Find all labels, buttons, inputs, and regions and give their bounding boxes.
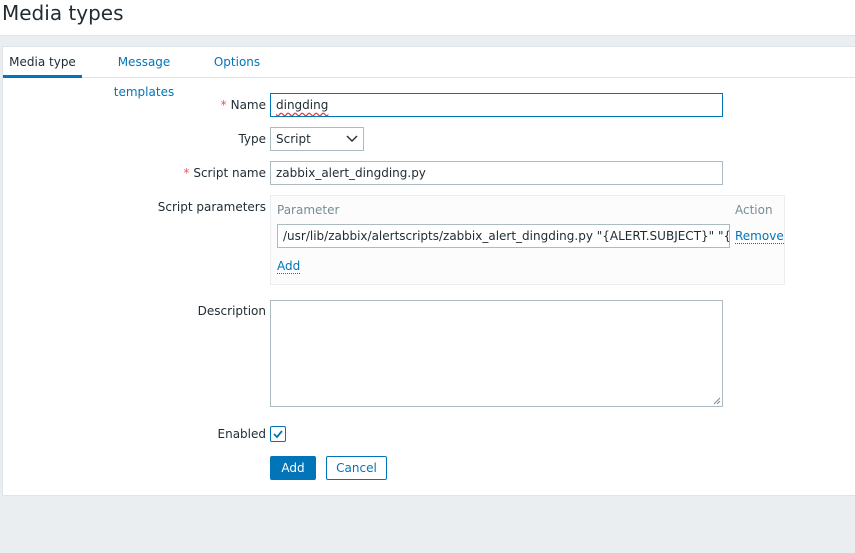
type-label: Type: [238, 132, 266, 146]
remove-link-text: Remove: [735, 229, 784, 244]
type-select-value: Script: [276, 132, 311, 146]
tab-message-templates[interactable]: Message templates: [91, 47, 197, 99]
script-name-input[interactable]: zabbix_alert_dingding.py: [270, 161, 723, 185]
description-textarea[interactable]: [270, 300, 723, 407]
media-type-form-panel: Media type Message templates Options * Na…: [2, 46, 855, 496]
type-select[interactable]: Script: [270, 127, 364, 151]
add-button[interactable]: Add: [270, 456, 316, 480]
action-column-header: Action: [735, 203, 773, 217]
add-parameter-link[interactable]: Add: [277, 259, 301, 274]
cancel-button[interactable]: Cancel: [326, 456, 387, 480]
name-label-text: Name: [230, 98, 266, 112]
remove-parameter-link[interactable]: Remove: [735, 229, 784, 244]
name-label: * Name: [221, 98, 266, 112]
page-title: Media types: [2, 1, 124, 25]
add-link-text: Add: [277, 259, 301, 274]
enabled-label: Enabled: [217, 427, 267, 441]
parameter-column-header: Parameter: [277, 203, 340, 217]
description-label: Description: [197, 304, 266, 318]
name-input-value: dingding: [276, 98, 329, 112]
tab-media-type[interactable]: Media type: [3, 47, 82, 78]
checkmark-icon: [273, 430, 283, 439]
required-marker: *: [220, 98, 227, 112]
tab-bar: Media type Message templates Options: [3, 47, 855, 99]
name-input[interactable]: dingding: [270, 93, 723, 117]
enabled-checkbox[interactable]: [270, 426, 286, 442]
script-parameter-input[interactable]: /usr/lib/zabbix/alertscripts/zabbix_aler…: [277, 224, 730, 248]
script-parameters-table: Parameter Action /usr/lib/zabbix/alertsc…: [270, 195, 785, 285]
required-marker: *: [183, 166, 190, 180]
script-name-label-text: Script name: [193, 166, 266, 180]
chevron-down-icon: [346, 135, 358, 142]
tab-options[interactable]: Options: [213, 47, 261, 78]
page-header: Media types: [0, 0, 855, 36]
script-name-label: * Script name: [183, 166, 266, 180]
resize-grip-icon[interactable]: [713, 397, 721, 405]
script-parameters-label: Script parameters: [157, 200, 266, 214]
